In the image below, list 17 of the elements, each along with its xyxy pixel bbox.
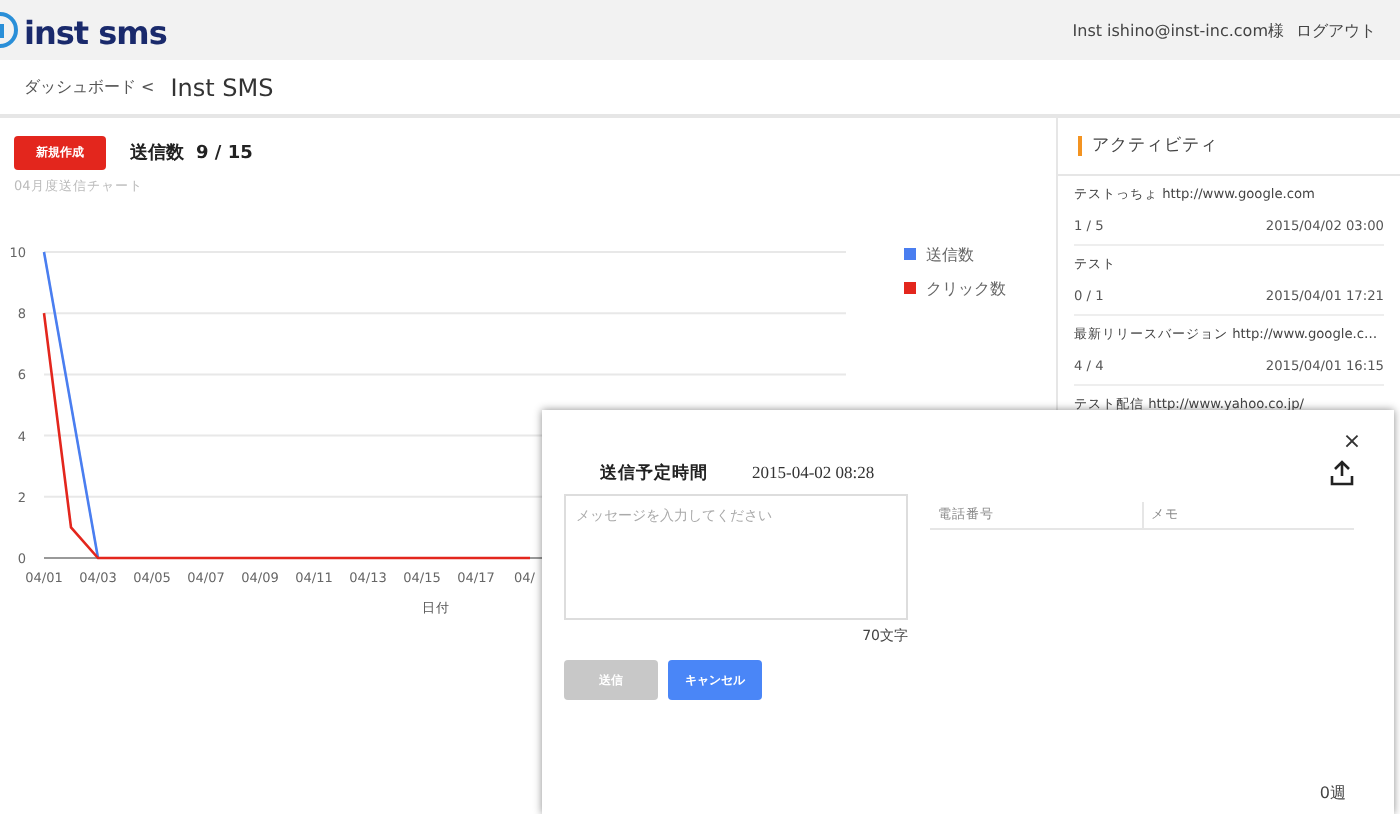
sent-count: 9 / 15 <box>196 143 253 163</box>
legend-label: クリック数 <box>926 280 1006 298</box>
logo-icon <box>0 12 18 48</box>
accent-bar <box>1078 136 1082 156</box>
schedule-label: 送信予定時間 <box>600 462 708 486</box>
breadcrumb-link[interactable]: ダッシュボード < <box>24 76 155 98</box>
page-title: Inst SMS <box>170 73 274 101</box>
upload-icon[interactable] <box>1330 460 1354 486</box>
panel-title: アクティビティ <box>1092 134 1218 158</box>
logout-link[interactable]: ログアウト <box>1296 19 1376 41</box>
sent-label: 送信数 <box>130 141 184 166</box>
schedule-time[interactable]: 2015-04-02 08:28 <box>752 462 875 482</box>
legend-label: 送信数 <box>926 246 974 264</box>
user-email: Inst ishino@inst-inc.com様 <box>1072 19 1284 41</box>
logo[interactable]: inst sms <box>24 13 167 51</box>
footer-count: 0週 <box>1319 782 1346 804</box>
close-button[interactable]: × <box>1340 426 1364 454</box>
